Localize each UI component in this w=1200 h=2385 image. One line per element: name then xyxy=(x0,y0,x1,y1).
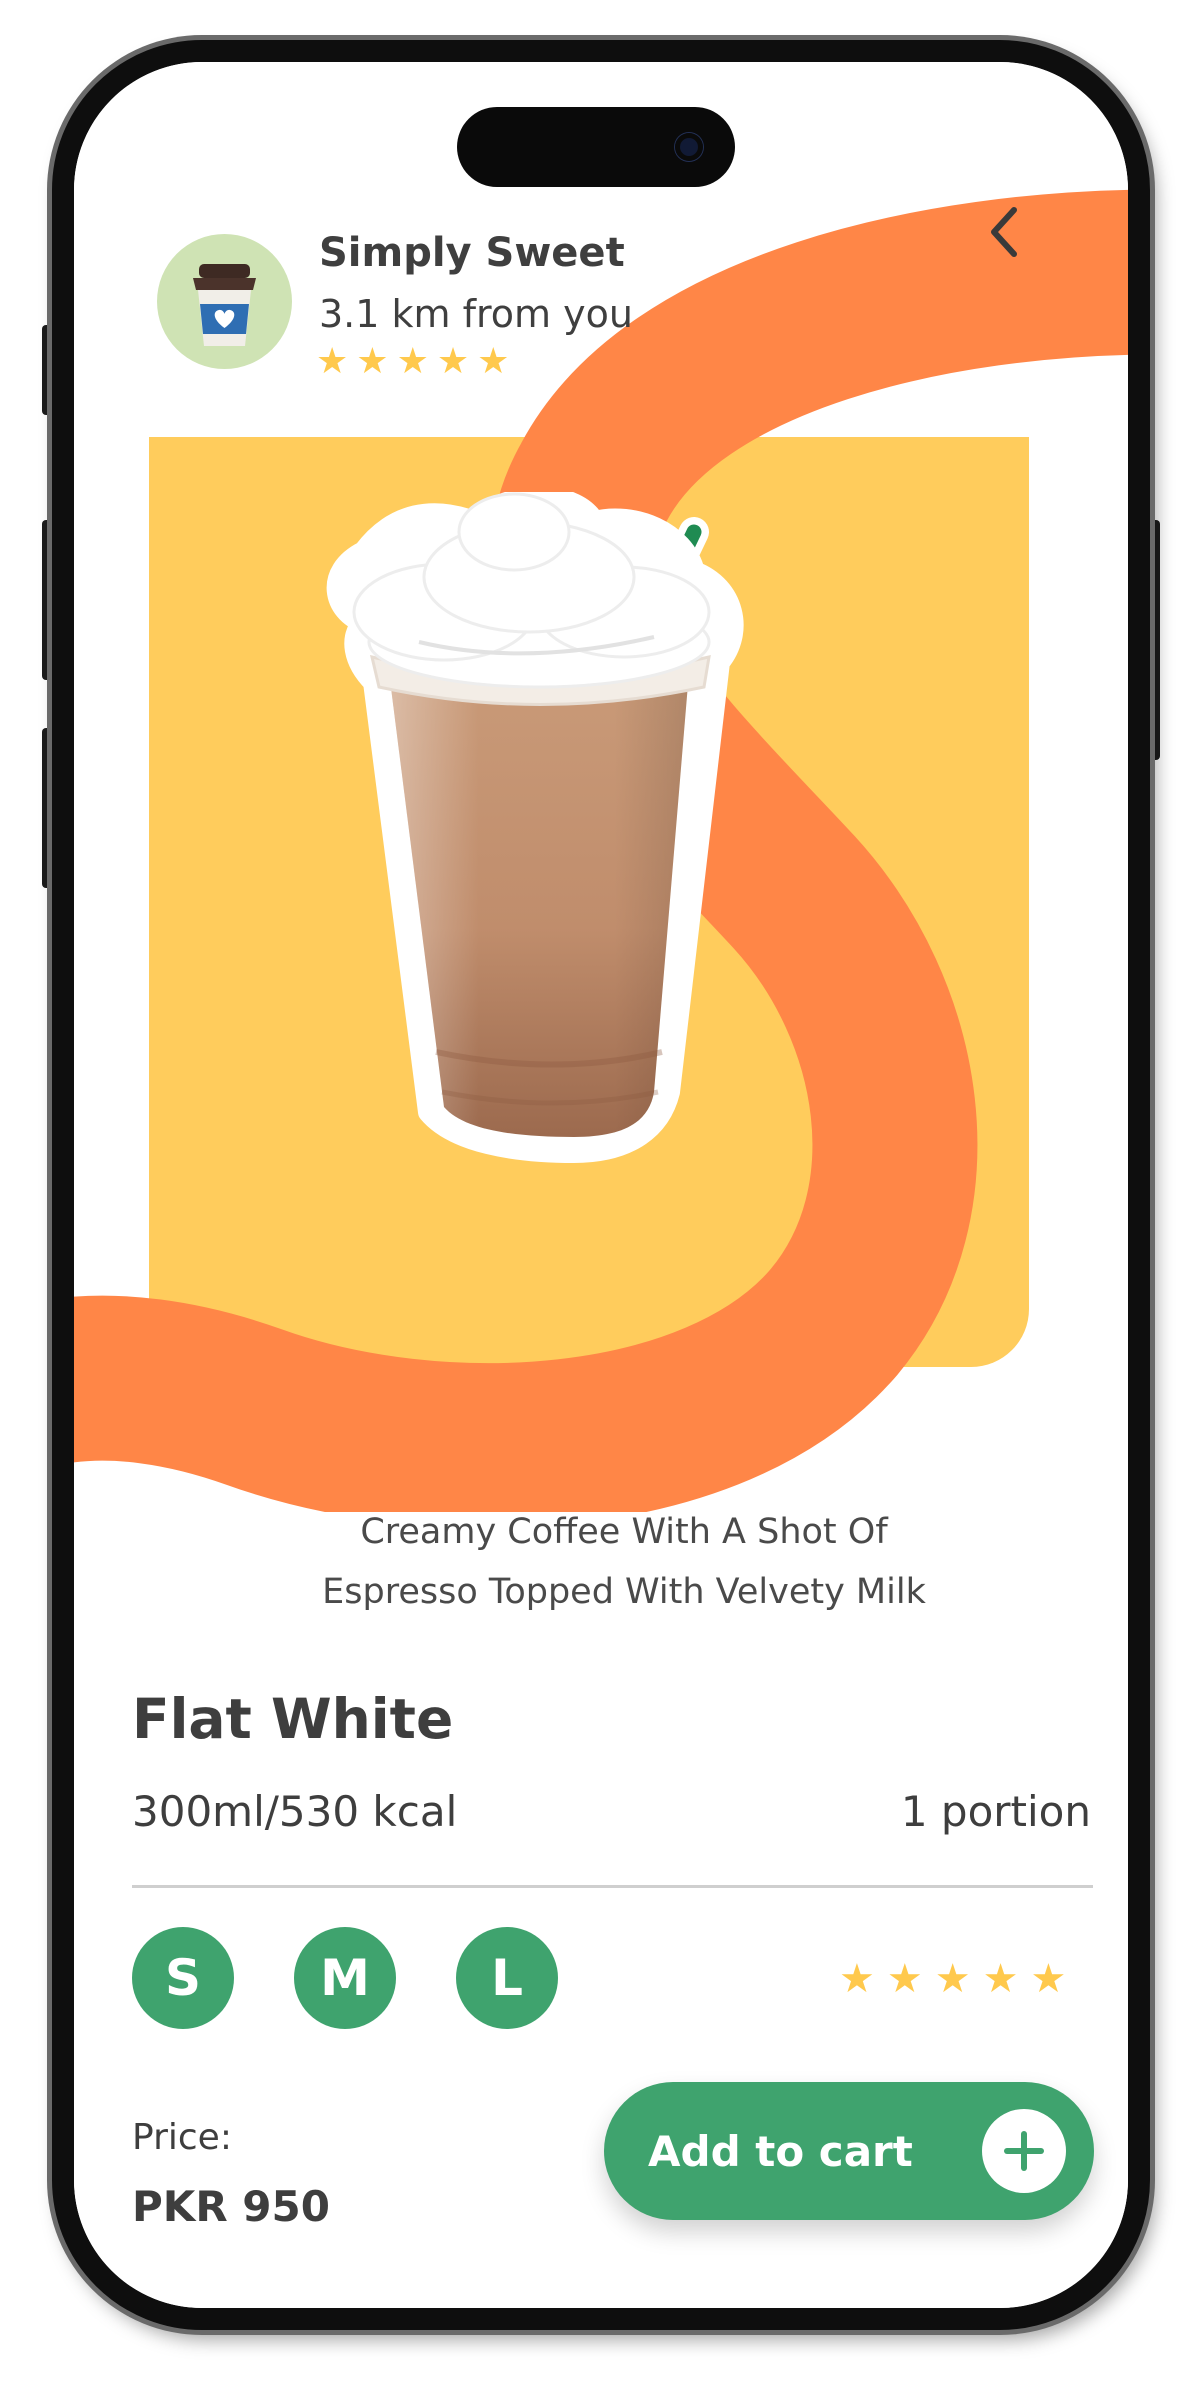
chevron-left-icon xyxy=(991,207,1017,257)
product-portion: 1 portion xyxy=(900,1787,1091,1836)
front-camera xyxy=(675,133,703,161)
plus-icon xyxy=(982,2109,1066,2193)
app-showcase: Simply Sweet 3.1 km from you ★ ★ ★ ★ ★ C… xyxy=(0,0,1200,2385)
size-large-button[interactable]: L xyxy=(456,1927,558,2029)
phone-frame: Simply Sweet 3.1 km from you ★ ★ ★ ★ ★ C… xyxy=(52,40,1150,2330)
price-label: Price: xyxy=(132,2117,232,2158)
star-icon: ★ xyxy=(934,1956,971,2002)
star-icon: ★ xyxy=(1030,1956,1067,2002)
phone-screen: Simply Sweet 3.1 km from you ★ ★ ★ ★ ★ C… xyxy=(74,62,1128,2308)
shop-distance: 3.1 km from you xyxy=(319,292,633,336)
divider xyxy=(132,1885,1093,1888)
plus-icon-glyph xyxy=(1004,2131,1044,2171)
star-icon: ★ xyxy=(316,341,349,382)
star-icon: ★ xyxy=(436,341,470,382)
price-value: PKR 950 xyxy=(132,2182,330,2231)
product-title: Flat White xyxy=(132,1687,454,1751)
star-icon: ★ xyxy=(982,1956,1019,2002)
star-icon: ★ xyxy=(396,341,429,382)
shop-name: Simply Sweet xyxy=(319,230,625,276)
description-line: Espresso Topped With Velvety Milk xyxy=(322,1572,926,1612)
description-line: Creamy Coffee With A Shot Of xyxy=(360,1512,888,1552)
star-icon: ★ xyxy=(839,1956,875,2002)
size-small-button[interactable]: S xyxy=(132,1927,234,2029)
coffee-cup-icon xyxy=(193,264,256,346)
shop-rating: ★ ★ ★ ★ ★ xyxy=(316,344,509,380)
product-volume: 300ml/530 kcal xyxy=(132,1787,458,1836)
size-medium-button[interactable]: M xyxy=(294,1927,396,2029)
dynamic-island xyxy=(457,107,735,187)
star-icon: ★ xyxy=(356,341,389,382)
add-to-cart-button[interactable]: Add to cart xyxy=(604,2082,1094,2220)
back-button[interactable] xyxy=(974,197,1034,267)
add-to-cart-label: Add to cart xyxy=(648,2126,913,2176)
frappe-cup-image xyxy=(326,492,744,1163)
product-rating: ★ ★ ★ ★ ★ xyxy=(839,1959,1066,1999)
star-icon: ★ xyxy=(886,1956,923,2002)
star-icon: ★ xyxy=(477,341,510,382)
shop-avatar[interactable] xyxy=(157,234,292,369)
product-description: Creamy Coffee With A Shot Of Espresso To… xyxy=(174,1502,1074,1622)
